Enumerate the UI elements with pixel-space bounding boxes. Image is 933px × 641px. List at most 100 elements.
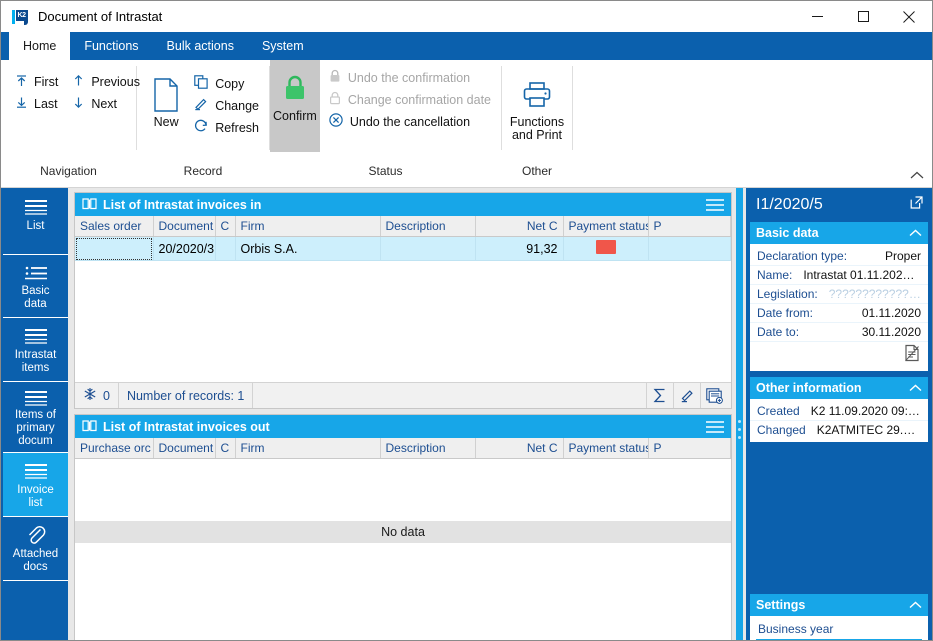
confirm-button[interactable]: Confirm: [270, 60, 320, 152]
document-note-icon[interactable]: [904, 344, 920, 365]
section-other-information-header[interactable]: Other information: [750, 377, 928, 399]
change-confirmation-date-button[interactable]: Change confirmation date: [326, 90, 497, 109]
sidebar-item-basic-data[interactable]: Basic data: [3, 255, 68, 318]
right-pane-spacer: [750, 442, 928, 594]
col-payment-status[interactable]: Payment status: [563, 216, 649, 237]
sidebar-item-attached-docs[interactable]: Attached docs: [3, 517, 68, 581]
cell-sales-order[interactable]: [75, 236, 154, 261]
cell-c[interactable]: [215, 236, 236, 261]
sidebar-item-items-of-primary-document-line2: primary: [16, 422, 55, 434]
field-declaration-type-value[interactable]: Proper: [879, 249, 921, 263]
col-sales-order[interactable]: Sales order: [75, 216, 154, 237]
col-c[interactable]: C: [215, 216, 236, 237]
chevron-up-icon[interactable]: [909, 226, 922, 240]
add-record-icon[interactable]: [700, 383, 727, 408]
sidebar-item-items-of-primary-document[interactable]: Items of primary docum: [3, 382, 68, 453]
hamburger-icon[interactable]: [705, 420, 731, 434]
cell-firm[interactable]: Orbis S.A.: [235, 236, 381, 261]
pencil-icon[interactable]: [673, 383, 700, 408]
sum-icon[interactable]: [646, 383, 673, 408]
tab-system[interactable]: System: [248, 32, 318, 60]
list-lines-icon: [23, 325, 49, 347]
window-controls: [794, 1, 932, 32]
col-p[interactable]: P: [648, 438, 731, 459]
section-basic-data-header[interactable]: Basic data: [750, 222, 928, 244]
window-title: Document of Intrastat: [38, 9, 163, 24]
field-date-to-value[interactable]: 30.11.2020: [856, 325, 921, 339]
chevron-up-icon[interactable]: [909, 598, 922, 612]
new-button-label: New: [153, 115, 179, 129]
cell-net-c[interactable]: 91,32: [475, 236, 564, 261]
section-other-information-title: Other information: [756, 381, 862, 395]
cell-document[interactable]: 20/2020/3: [153, 236, 216, 261]
sidebar-item-invoice-list[interactable]: Invoice list: [3, 453, 68, 517]
side-rail-filler: [3, 581, 68, 640]
field-date-to-key: Date to:: [757, 325, 800, 339]
section-settings-header[interactable]: Settings: [750, 594, 928, 616]
right-pane: I1/2020/5 Basic data Declaration type: P…: [746, 188, 932, 640]
nav-first-button[interactable]: First: [13, 72, 64, 92]
nav-previous-label: Previous: [91, 75, 140, 89]
sidebar-item-intrastat-items-line2: items: [21, 362, 50, 374]
col-document[interactable]: Document: [153, 438, 216, 459]
functions-and-print-button[interactable]: Functions and Print: [506, 66, 568, 142]
list-lines-icon: [23, 389, 49, 407]
col-description[interactable]: Description: [380, 216, 476, 237]
pane-splitter[interactable]: [732, 188, 746, 640]
section-basic-data-body: Declaration type: Proper Name: Intrastat…: [750, 244, 928, 371]
minimize-icon[interactable]: [794, 1, 840, 32]
field-name-value[interactable]: Intrastat 01.11.2020 - ...: [797, 268, 921, 282]
sidebar-item-basic-data-line2: data: [24, 298, 47, 310]
functions-and-print-label-line1: Functions: [509, 115, 565, 129]
invoices-in-filter-cell[interactable]: 0: [75, 383, 119, 408]
table-row[interactable]: 20/2020/3 Orbis S.A. 91,32: [75, 236, 731, 261]
invoices-in-footer: 0 Number of records: 1: [75, 382, 731, 408]
nav-previous-button[interactable]: Previous: [70, 72, 146, 92]
hamburger-icon[interactable]: [705, 198, 731, 212]
tab-functions[interactable]: Functions: [70, 32, 152, 60]
ribbon-collapse-icon[interactable]: [910, 169, 924, 183]
open-external-icon[interactable]: [909, 195, 924, 215]
cell-p[interactable]: [648, 236, 731, 261]
book-icon: [82, 419, 97, 435]
title-bar: K2 Document of Intrastat: [1, 1, 932, 32]
field-date-from-value[interactable]: 01.11.2020: [856, 306, 921, 320]
col-p[interactable]: P: [648, 216, 731, 237]
tab-home[interactable]: Home: [9, 32, 71, 60]
undo-cancellation-button[interactable]: Undo the cancellation: [326, 112, 497, 131]
nav-last-button[interactable]: Last: [13, 94, 64, 114]
close-icon[interactable]: [886, 1, 932, 32]
section-settings-body: Business year 2022: [750, 616, 928, 640]
record-id: I1/2020/5: [756, 196, 823, 213]
invoices-out-no-data: No data: [75, 521, 731, 543]
undo-confirmation-button[interactable]: Undo the confirmation: [326, 68, 497, 87]
col-net-c[interactable]: Net C: [475, 438, 564, 459]
sidebar-item-list[interactable]: List: [3, 189, 68, 255]
new-button[interactable]: New: [141, 66, 191, 129]
nav-next-button[interactable]: Next: [70, 94, 146, 114]
lock-icon: [329, 69, 341, 86]
change-button[interactable]: Change: [191, 96, 265, 115]
col-purchase-order[interactable]: Purchase orc: [75, 438, 154, 459]
col-net-c[interactable]: Net C: [475, 216, 564, 237]
copy-button[interactable]: Copy: [191, 74, 265, 93]
chevron-up-icon[interactable]: [909, 381, 922, 395]
col-firm[interactable]: Firm: [235, 438, 381, 459]
sidebar-item-intrastat-items[interactable]: Intrastat items: [3, 318, 68, 382]
col-document[interactable]: Document: [153, 216, 216, 237]
col-payment-status[interactable]: Payment status: [563, 438, 649, 459]
lock-icon: [329, 91, 341, 108]
field-legislation-value[interactable]: ????????????????????...: [823, 287, 921, 301]
cell-payment-status[interactable]: [563, 236, 649, 261]
nav-col-1: First Last: [5, 66, 66, 114]
cell-description[interactable]: [380, 236, 476, 261]
tab-bulk-actions[interactable]: Bulk actions: [153, 32, 248, 60]
maximize-icon[interactable]: [840, 1, 886, 32]
col-c[interactable]: C: [215, 438, 236, 459]
arrow-up-to-line-icon: [15, 74, 28, 90]
sidebar-item-basic-data-line1: Basic: [21, 285, 50, 297]
col-description[interactable]: Description: [380, 438, 476, 459]
panel-invoices-out-header: List of Intrastat invoices out: [75, 415, 731, 438]
refresh-button[interactable]: Refresh: [191, 118, 265, 137]
col-firm[interactable]: Firm: [235, 216, 381, 237]
